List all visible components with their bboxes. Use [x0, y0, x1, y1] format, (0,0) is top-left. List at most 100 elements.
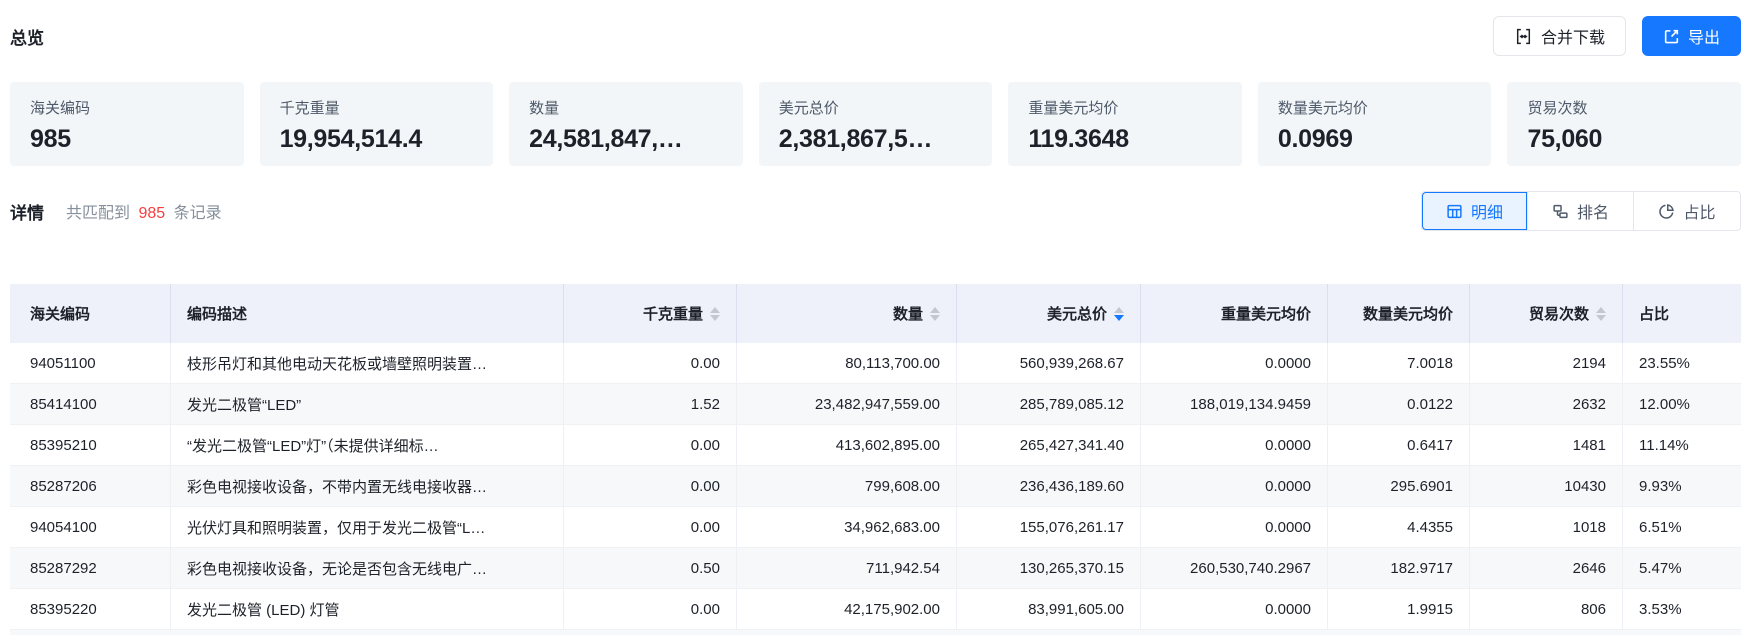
stat-card-5: 重量美元均价 119.3648: [1008, 82, 1242, 166]
cell-重量美元均价: 0.0000: [1141, 343, 1328, 383]
page-title: 总览: [10, 24, 44, 49]
cell-千克重量: 0.00: [564, 425, 737, 465]
stat-label: 重量美元均价: [1028, 97, 1222, 118]
table-header-cell-千克重量[interactable]: 千克重量: [564, 284, 737, 343]
export-label: 导出: [1688, 24, 1720, 48]
cell-千克重量: 0.00: [564, 589, 737, 629]
table-header-cell-重量美元均价: 重量美元均价: [1141, 284, 1328, 343]
sort-desc-icon: [710, 315, 720, 321]
table-row: 85287292彩色电视接收设备，无论是否包含无线电广…0.50711,942.…: [10, 548, 1741, 589]
cell-千克重量: 0.00: [564, 466, 737, 506]
merge-download-icon: [1514, 27, 1533, 46]
cell-占比: 6.51%: [1623, 507, 1741, 547]
stat-cards: 海关编码 985千克重量 19,954,514.4数量 24,581,847,……: [10, 82, 1741, 166]
stat-value: 2,381,867,5…: [779, 125, 973, 154]
column-label: 海关编码: [30, 303, 90, 324]
cell-数量美元均价: 1.9915: [1328, 589, 1470, 629]
sort-desc-icon: [930, 315, 940, 321]
cell-占比: 23.55%: [1623, 343, 1741, 383]
cell-贸易次数: 10430: [1470, 466, 1623, 506]
cell-贸易次数: 1018: [1470, 507, 1623, 547]
cell-占比: 5.47%: [1623, 548, 1741, 588]
cell-编码描述: 彩色电视接收设备，不带内置无线电接收器…: [171, 466, 564, 506]
export-button[interactable]: 导出: [1642, 16, 1741, 56]
cell-贸易次数: 2646: [1470, 548, 1623, 588]
cell-编码描述: 枝形吊灯和其他电动天花板或墙壁照明装置…: [171, 343, 564, 383]
sort-asc-icon: [710, 307, 720, 313]
stat-card-4: 美元总价 2,381,867,5…: [759, 82, 993, 166]
table-header-cell-贸易次数[interactable]: 贸易次数: [1470, 284, 1623, 343]
cell-海关编码: 94054100: [10, 507, 171, 547]
cell-编码描述: 光伏灯具和照明装置，仅用于发光二极管“L…: [171, 507, 564, 547]
stat-value: 75,060: [1527, 125, 1721, 154]
column-label: 千克重量: [643, 303, 703, 324]
stat-label: 千克重量: [280, 97, 474, 118]
table-header-row: 海关编码编码描述千克重量 数量 美元总价 重量美元均价数量美元均价贸易次数 占比: [10, 284, 1741, 343]
table-row: 94051100枝形吊灯和其他电动天花板或墙壁照明装置…0.0080,113,7…: [10, 343, 1741, 384]
table-row: 94054100光伏灯具和照明装置，仅用于发光二极管“L…0.0034,962,…: [10, 507, 1741, 548]
table-header-cell-数量美元均价: 数量美元均价: [1328, 284, 1470, 343]
cell-数量美元均价: 295.6901: [1328, 466, 1470, 506]
cell-贸易次数: 2194: [1470, 343, 1623, 383]
detail-bar: 详情 共匹配到 985 条记录 明细 排名 占比: [10, 190, 1741, 232]
stat-label: 数量美元均价: [1278, 97, 1472, 118]
sort-asc-icon: [1114, 307, 1124, 313]
table-row: 85395210“发光二极管“LED”灯”（未提供详细标…0.00413,602…: [10, 425, 1741, 466]
sort-desc-icon: [1114, 315, 1124, 321]
match-suffix: 条记录: [174, 205, 222, 222]
pie-icon: [1658, 203, 1675, 220]
sort-caret[interactable]: [930, 307, 940, 321]
stat-card-7: 贸易次数 75,060: [1507, 82, 1741, 166]
sort-caret[interactable]: [1596, 307, 1606, 321]
sort-asc-icon: [930, 307, 940, 313]
data-table: 海关编码编码描述千克重量 数量 美元总价 重量美元均价数量美元均价贸易次数 占比…: [10, 284, 1741, 635]
cell-数量美元均价: 0.6417: [1328, 425, 1470, 465]
cell-占比: 3.53%: [1623, 589, 1741, 629]
view-tab-排名[interactable]: 排名: [1528, 192, 1634, 230]
cell-美元总价: 155,076,261.17: [957, 507, 1141, 547]
cell-数量: 42,175,902.00: [737, 589, 957, 629]
cell-千克重量: 0.00: [564, 507, 737, 547]
sort-caret[interactable]: [1114, 307, 1124, 321]
cell-重量美元均价: 0.0000: [1141, 507, 1328, 547]
cell-美元总价: 130,265,370.15: [957, 548, 1141, 588]
table-header-cell-编码描述: 编码描述: [171, 284, 564, 343]
column-label: 贸易次数: [1529, 303, 1589, 324]
cell-美元总价: 265,427,341.40: [957, 425, 1141, 465]
match-summary: 共匹配到 985 条记录: [66, 199, 222, 223]
cell-重量美元均价: 0.0000: [1141, 425, 1328, 465]
cell-美元总价: 236,436,189.60: [957, 466, 1141, 506]
stat-value: 19,954,514.4: [280, 125, 474, 154]
merge-download-button[interactable]: 合并下载: [1493, 16, 1626, 56]
sort-caret[interactable]: [710, 307, 720, 321]
cell-贸易次数: 806: [1470, 589, 1623, 629]
view-tab-label: 排名: [1577, 199, 1609, 223]
sort-desc-icon: [1596, 315, 1606, 321]
cell-海关编码: 85395220: [10, 589, 171, 629]
view-tab-明细[interactable]: 明细: [1422, 192, 1528, 230]
column-label: 数量: [893, 303, 923, 324]
cell-占比: 11.14%: [1623, 425, 1741, 465]
cell-数量: 34,962,683.00: [737, 507, 957, 547]
table-row: 85287206彩色电视接收设备，不带内置无线电接收器…0.00799,608.…: [10, 466, 1741, 507]
cell-编码描述: “发光二极管“LED”灯”（未提供详细标…: [171, 425, 564, 465]
column-label: 编码描述: [187, 303, 247, 324]
cell-千克重量: 0.50: [564, 548, 737, 588]
table-icon: [1446, 203, 1463, 220]
cell-重量美元均价: 0.0000: [1141, 589, 1328, 629]
view-tab-占比[interactable]: 占比: [1634, 192, 1740, 230]
cell-海关编码: 85287292: [10, 548, 171, 588]
cell-占比: 12.00%: [1623, 384, 1741, 424]
cell-重量美元均价: 0.0000: [1141, 466, 1328, 506]
stat-label: 海关编码: [30, 97, 224, 118]
table-header-cell-数量[interactable]: 数量: [737, 284, 957, 343]
topbar-actions: 合并下载 导出: [1493, 16, 1741, 56]
table-header-cell-美元总价[interactable]: 美元总价: [957, 284, 1141, 343]
cell-千克重量: 0.00: [564, 343, 737, 383]
stat-card-6: 数量美元均价 0.0969: [1258, 82, 1492, 166]
cell-数量美元均价: 0.0122: [1328, 384, 1470, 424]
cell-数量: 799,608.00: [737, 466, 957, 506]
merge-download-label: 合并下载: [1541, 24, 1605, 48]
stat-label: 数量: [529, 97, 723, 118]
column-label: 数量美元均价: [1363, 303, 1453, 324]
